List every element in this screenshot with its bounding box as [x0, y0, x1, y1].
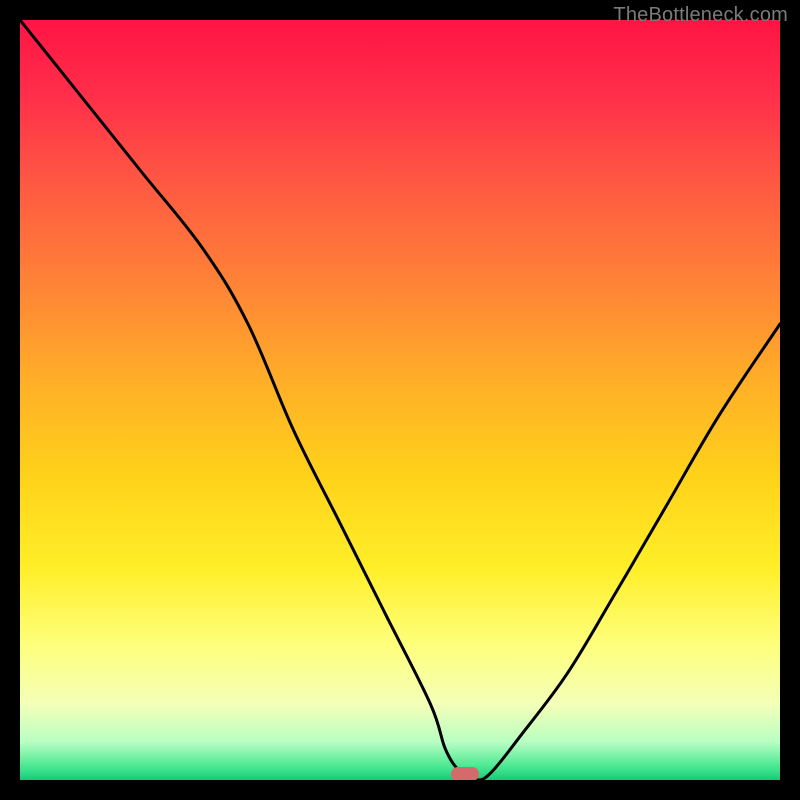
background-gradient: [20, 20, 780, 780]
optimal-marker: [451, 767, 479, 780]
attribution-label: TheBottleneck.com: [613, 4, 788, 27]
chart-frame: TheBottleneck.com: [0, 0, 800, 800]
plot-area: [20, 20, 780, 780]
